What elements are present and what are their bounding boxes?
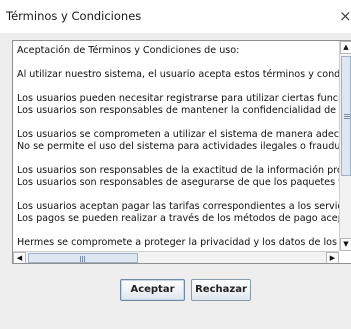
terms-line: Los usuarios son responsables de mantene… [17, 105, 347, 116]
terms-blank-line [17, 225, 347, 237]
title-bar[interactable]: Términos y Condiciones × [0, 0, 351, 33]
window-title: Términos y Condiciones [6, 9, 142, 23]
scroll-right-icon[interactable]: ▶ [326, 252, 339, 263]
reject-button[interactable]: Rechazar [191, 279, 251, 301]
terms-blank-line [17, 189, 347, 201]
horizontal-scroll-thumb[interactable] [28, 253, 138, 263]
terms-line: No se permite el uso del sistema para ac… [17, 141, 347, 152]
terms-line: Los usuarios se comprometen a utilizar e… [17, 129, 347, 140]
terms-blank-line [17, 57, 347, 69]
terms-line: Aceptación de Términos y Condiciones de … [17, 45, 240, 56]
terms-text-area[interactable]: Aceptación de Términos y Condiciones de … [12, 40, 351, 264]
grip-line [82, 256, 83, 262]
accept-button[interactable]: Aceptar [120, 279, 185, 301]
terms-line: Los pagos se pueden realizar a través de… [17, 213, 347, 224]
scroll-down-icon[interactable]: ▼ [340, 238, 351, 251]
terms-line: Al utilizar nuestro sistema, el usuario … [17, 69, 347, 80]
vertical-scrollbar[interactable]: ▲ ▼ [339, 41, 351, 251]
grip-line [80, 256, 81, 262]
terms-line: Los usuarios son responsables de la exac… [17, 165, 347, 176]
terms-line: Los usuarios aceptan pagar las tarifas c… [17, 201, 347, 212]
scroll-up-icon[interactable]: ▲ [340, 41, 351, 54]
grip-line [344, 118, 350, 119]
terms-line: Los usuarios son responsables de asegura… [17, 177, 347, 188]
grip-line [84, 256, 85, 262]
terms-line: Hermes se compromete a proteger la priva… [17, 237, 347, 248]
terms-blank-line [17, 153, 347, 165]
grip-line [344, 114, 350, 115]
vertical-scroll-thumb[interactable] [341, 56, 351, 176]
terms-blank-line [17, 81, 347, 93]
scroll-left-icon[interactable]: ◀ [13, 252, 26, 263]
close-icon[interactable]: × [339, 6, 351, 26]
terms-line: Los usuarios pueden necesitar registrars… [17, 93, 347, 104]
horizontal-scrollbar[interactable]: ◀ ▶ [13, 251, 339, 263]
terms-blank-line [17, 117, 347, 129]
grip-line [344, 116, 350, 117]
terms-text-content[interactable]: Aceptación de Términos y Condiciones de … [17, 45, 347, 249]
